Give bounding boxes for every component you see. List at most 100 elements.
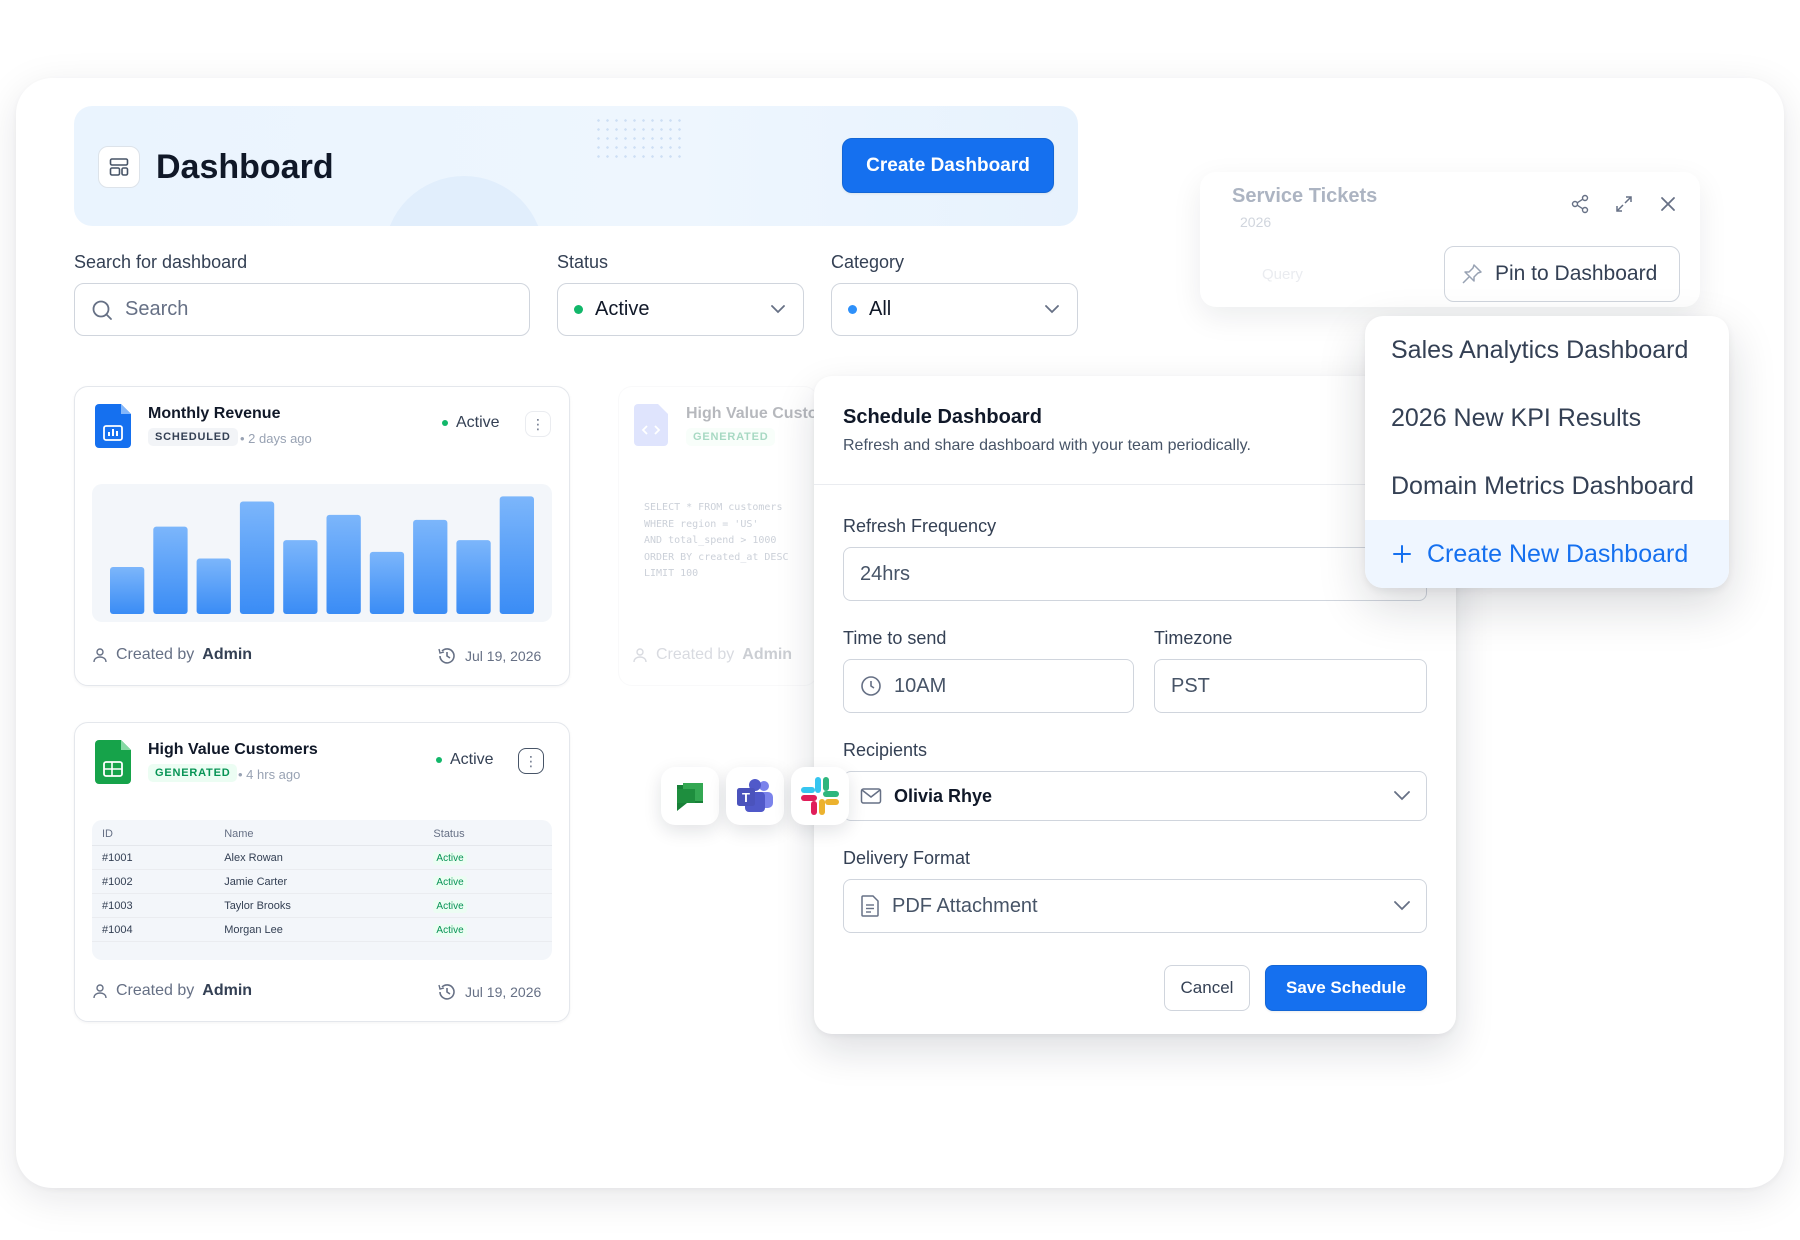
close-icon[interactable]: [1659, 195, 1677, 218]
table-cell: Jamie Carter: [214, 869, 424, 894]
dropdown-item[interactable]: Sales Analytics Dashboard: [1365, 316, 1729, 384]
sql-line: AND total_spend > 1000: [644, 535, 777, 546]
category-label: Category: [831, 252, 905, 272]
chart-bar: [110, 566, 145, 614]
revenue-chart-area: [92, 484, 552, 622]
user-icon: [93, 648, 107, 663]
create-dashboard-button[interactable]: Create Dashboard: [842, 138, 1054, 193]
chart-bar: [369, 551, 405, 614]
page-title: Dashboard: [156, 148, 334, 186]
chevron-down-icon: [1394, 791, 1410, 801]
status-value: Active: [595, 298, 650, 320]
time-to-send-input[interactable]: 10AM: [843, 659, 1134, 713]
recipients-label: Recipients: [843, 740, 928, 760]
table-header-name: Name: [214, 822, 424, 846]
status-select[interactable]: Active: [557, 283, 804, 336]
table-cell: Active: [423, 845, 552, 870]
more-options-button[interactable]: ⋮: [525, 411, 551, 437]
search-input[interactable]: Search: [74, 283, 530, 336]
svg-text:T: T: [742, 790, 750, 805]
share-icon[interactable]: [1570, 194, 1590, 219]
card-date: Jul 19, 2026: [437, 982, 541, 1002]
customers-table: ID Name Status #1001 Alex Rowan Active #10…: [92, 822, 552, 942]
document-icon: [861, 895, 879, 917]
table-cell: Active: [423, 917, 552, 942]
created-by: Created by Admin: [92, 982, 252, 1000]
chart-bar: [413, 519, 448, 614]
refresh-frequency-label: Refresh Frequency: [843, 516, 997, 536]
save-schedule-button[interactable]: Save Schedule: [1265, 965, 1427, 1011]
card-time: • 4 hrs ago: [238, 767, 301, 782]
status-badge-text: Active: [450, 751, 494, 768]
created-by-name: Admin: [742, 646, 793, 663]
timezone-value: PST: [1171, 674, 1210, 697]
chart-bar: [283, 540, 318, 614]
slack-icon[interactable]: [791, 767, 849, 825]
more-options-button[interactable]: ⋮: [518, 748, 544, 774]
create-new-dashboard-item[interactable]: Create New Dashboard: [1365, 520, 1729, 588]
pin-to-dashboard-button[interactable]: Pin to Dashboard: [1444, 246, 1680, 302]
status-chip: Active: [433, 876, 467, 889]
category-select[interactable]: All: [831, 283, 1078, 336]
date-text: Jul 19, 2026: [465, 984, 542, 1000]
time-to-send-label: Time to send: [843, 628, 947, 648]
ghost-card-title: High Value Custo: [686, 405, 818, 422]
search-placeholder: Search: [125, 298, 189, 320]
chart-bar: [153, 526, 188, 614]
cancel-button[interactable]: Cancel: [1164, 965, 1250, 1011]
microsoft-teams-icon[interactable]: T: [726, 767, 784, 825]
table-cell: #1004: [92, 917, 215, 942]
status-badge-text: Active: [456, 414, 500, 431]
chart-bar: [499, 496, 534, 614]
timezone-label: Timezone: [1154, 628, 1233, 648]
created-by: Created by Admin: [92, 646, 252, 664]
sql-line: LIMIT 100: [644, 568, 699, 579]
user-icon: [633, 648, 647, 663]
pin-icon: [1462, 264, 1482, 284]
modal-subtitle: Refresh and share dashboard with your te…: [843, 437, 1251, 454]
revenue-bar-chart: [110, 496, 534, 614]
status-badge: Active: [442, 414, 500, 432]
sql-line: ORDER BY created_at DESC: [644, 551, 789, 563]
generated-tag: GENERATED: [148, 764, 238, 782]
refresh-frequency-value: 24hrs: [860, 562, 911, 585]
chevron-down-icon: [771, 305, 785, 314]
clock-history-icon: [438, 648, 455, 664]
card-time: • 2 days ago: [240, 431, 312, 446]
clock-icon: [861, 676, 881, 696]
created-by-label: Created by: [116, 982, 195, 999]
status-badge: Active: [436, 751, 494, 769]
dashboard-dropdown-menu: Sales Analytics Dashboard 2026 New KPI R…: [1365, 316, 1729, 588]
dropdown-item[interactable]: 2026 New KPI Results: [1365, 384, 1729, 452]
status-chip: Active: [433, 900, 467, 913]
status-dot: [574, 305, 583, 314]
create-new-dashboard-label: Create New Dashboard: [1427, 539, 1689, 568]
delivery-format-select[interactable]: PDF Attachment: [843, 879, 1427, 933]
date-text: Jul 19, 2026: [465, 648, 542, 664]
time-to-send-value: 10AM: [894, 674, 947, 697]
sql-line: SELECT * FROM customers: [644, 502, 783, 513]
table-row: #1002 Jamie Carter Active: [92, 869, 552, 894]
recipients-select[interactable]: Olivia Rhye: [843, 771, 1427, 821]
ghost-panel-title: Service Tickets: [1232, 185, 1378, 207]
ghost-created-by: Created by Admin: [632, 646, 792, 664]
customers-table-area: ID Name Status #1001 Alex Rowan Active #10…: [92, 820, 552, 960]
table-header-status: Status: [423, 822, 552, 846]
plus-icon: [1393, 545, 1411, 563]
card-title: High Value Customers: [148, 741, 318, 758]
table-row: #1004 Morgan Lee Active: [92, 917, 552, 942]
expand-icon[interactable]: [1614, 194, 1634, 219]
category-value: All: [869, 298, 892, 320]
status-label: Status: [557, 252, 609, 272]
dropdown-item[interactable]: Domain Metrics Dashboard: [1365, 452, 1729, 520]
table-cell: Morgan Lee: [214, 917, 424, 942]
refresh-frequency-input[interactable]: 24hrs: [843, 547, 1427, 601]
timezone-input[interactable]: PST: [1154, 659, 1427, 713]
clock-history-icon: [438, 984, 455, 1000]
google-chat-icon[interactable]: [661, 767, 719, 825]
table-header-id: ID: [92, 822, 215, 846]
bar-chart-file-icon: [95, 404, 131, 453]
divider: [814, 484, 1456, 485]
table-cell: Alex Rowan: [214, 845, 424, 870]
delivery-format-value: PDF Attachment: [892, 894, 1038, 917]
